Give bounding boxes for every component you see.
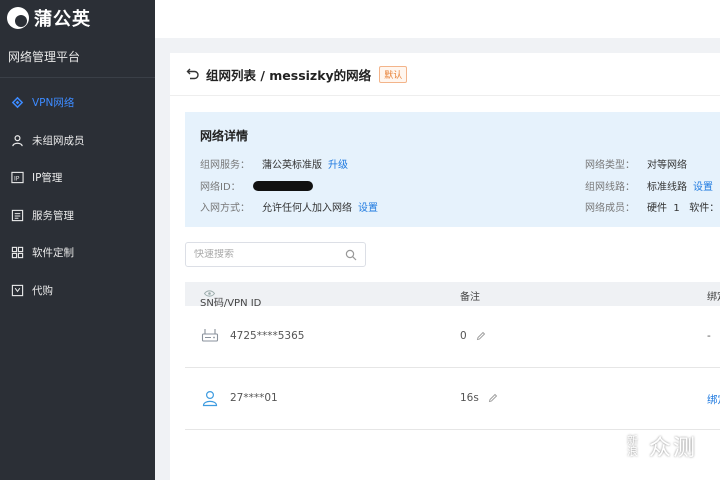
- sidebar-item-software-customization[interactable]: 软件定制: [0, 234, 155, 272]
- service-list-icon: [10, 208, 24, 222]
- sidebar-item-label: 代购: [32, 284, 53, 297]
- device-id: 27****01: [230, 392, 278, 404]
- network-detail-panel: 网络详情 组网服务： 蒲公英标准版 升级 网络ID： 入网方式： 允许任何人加入…: [185, 112, 720, 227]
- members-value: 硬件 1 软件：: [647, 203, 720, 214]
- network-id-redacted: [252, 180, 313, 191]
- table-row[interactable]: 27****01 16s 绑定: [185, 368, 720, 430]
- sidebar-item-vpn-network[interactable]: VPN网络: [0, 84, 155, 122]
- sidebar-item-label: 服务管理: [32, 209, 74, 222]
- sidebar: 蒲公英 网络管理平台 VPN网络 未组网成员 IP IP管理 服务管理 软件定制…: [0, 0, 155, 480]
- sidebar-item-ip-management[interactable]: IP IP管理: [0, 159, 155, 197]
- sidebar-item-unjoined-members[interactable]: 未组网成员: [0, 122, 155, 160]
- quick-search[interactable]: [185, 242, 366, 267]
- default-badge: 默认: [379, 65, 408, 83]
- network-id-row: 网络ID：: [200, 178, 313, 193]
- sidebar-item-label: 软件定制: [32, 247, 74, 260]
- watermark-large: 众测: [649, 436, 698, 461]
- route-value: 标准线路: [647, 182, 687, 193]
- user-icon: [10, 133, 24, 147]
- back-arrow-icon[interactable]: [186, 67, 200, 81]
- sidebar-item-label: IP管理: [32, 172, 63, 185]
- sidebar-item-label: 未组网成员: [32, 134, 85, 147]
- search-input[interactable]: [194, 249, 345, 260]
- route-setting-link[interactable]: 设置: [693, 178, 713, 193]
- ip-icon: IP: [10, 171, 24, 185]
- join-mode-row: 入网方式： 允许任何人加入网络 设置: [200, 199, 378, 214]
- page-title: 组网列表 / messizky的网络: [206, 67, 372, 83]
- brand-logo[interactable]: 蒲公英: [0, 0, 155, 36]
- bind-link[interactable]: 绑定: [707, 392, 720, 407]
- search-icon[interactable]: [345, 249, 357, 261]
- join-mode-label: 入网方式：: [200, 203, 250, 214]
- network-type-row: 网络类型： 对等网络: [585, 156, 687, 171]
- bind-status: -: [707, 330, 711, 342]
- watermark: 新浪 众测: [627, 430, 697, 462]
- column-header-bind: 绑定: [707, 292, 720, 303]
- note-cell: 16s: [460, 392, 498, 404]
- router-icon: [201, 329, 219, 342]
- edit-pencil-icon[interactable]: [476, 331, 486, 341]
- logo-icon: [7, 7, 29, 29]
- svg-text:IP: IP: [13, 176, 19, 183]
- vpn-network-icon: [10, 96, 24, 110]
- brand-name: 蒲公英: [34, 9, 91, 30]
- device-id: 4725****5365: [230, 330, 305, 342]
- table-header: SN码/VPN ID 备注 绑定: [185, 282, 720, 309]
- join-mode-setting-link[interactable]: 设置: [358, 199, 378, 214]
- note-value: 16s: [460, 392, 479, 404]
- members-row: 网络成员： 硬件 1 软件：: [585, 199, 719, 214]
- network-type-label: 网络类型：: [585, 160, 635, 171]
- join-mode-value: 允许任何人加入网络: [262, 203, 352, 214]
- platform-label: 网络管理平台: [0, 36, 155, 78]
- route-label: 组网线路：: [585, 182, 635, 193]
- sidebar-nav: VPN网络 未组网成员 IP IP管理 服务管理 软件定制 代购: [0, 84, 155, 309]
- note-value: 0: [460, 330, 467, 342]
- network-type-value: 对等网络: [647, 160, 687, 171]
- network-id-label: 网络ID：: [200, 182, 241, 193]
- service-value: 蒲公英标准版: [262, 160, 322, 171]
- top-bar: [155, 0, 720, 38]
- column-header-note: 备注: [460, 292, 480, 303]
- sidebar-item-purchase[interactable]: 代购: [0, 272, 155, 310]
- apps-grid-icon: [10, 246, 24, 260]
- network-card: 组网列表 / messizky的网络 默认 网络详情 组网服务： 蒲公英标准版 …: [170, 53, 720, 480]
- service-row: 组网服务： 蒲公英标准版 升级: [200, 156, 348, 171]
- sidebar-item-label: VPN网络: [32, 97, 75, 110]
- person-icon: [202, 390, 218, 407]
- watermark-small: 新浪: [627, 434, 638, 458]
- detail-title: 网络详情: [200, 129, 249, 143]
- edit-pencil-icon[interactable]: [488, 393, 498, 403]
- sidebar-item-service-management[interactable]: 服务管理: [0, 197, 155, 235]
- column-header-sn: SN码/VPN ID: [200, 288, 261, 309]
- table-row[interactable]: 4725****5365 0 -: [185, 306, 720, 368]
- members-label: 网络成员：: [585, 203, 635, 214]
- service-label: 组网服务：: [200, 160, 250, 171]
- note-cell: 0: [460, 330, 486, 342]
- purchase-icon: [10, 283, 24, 297]
- upgrade-link[interactable]: 升级: [328, 156, 348, 171]
- route-row: 组网线路： 标准线路 设置: [585, 178, 713, 193]
- card-header: 组网列表 / messizky的网络 默认: [170, 53, 720, 96]
